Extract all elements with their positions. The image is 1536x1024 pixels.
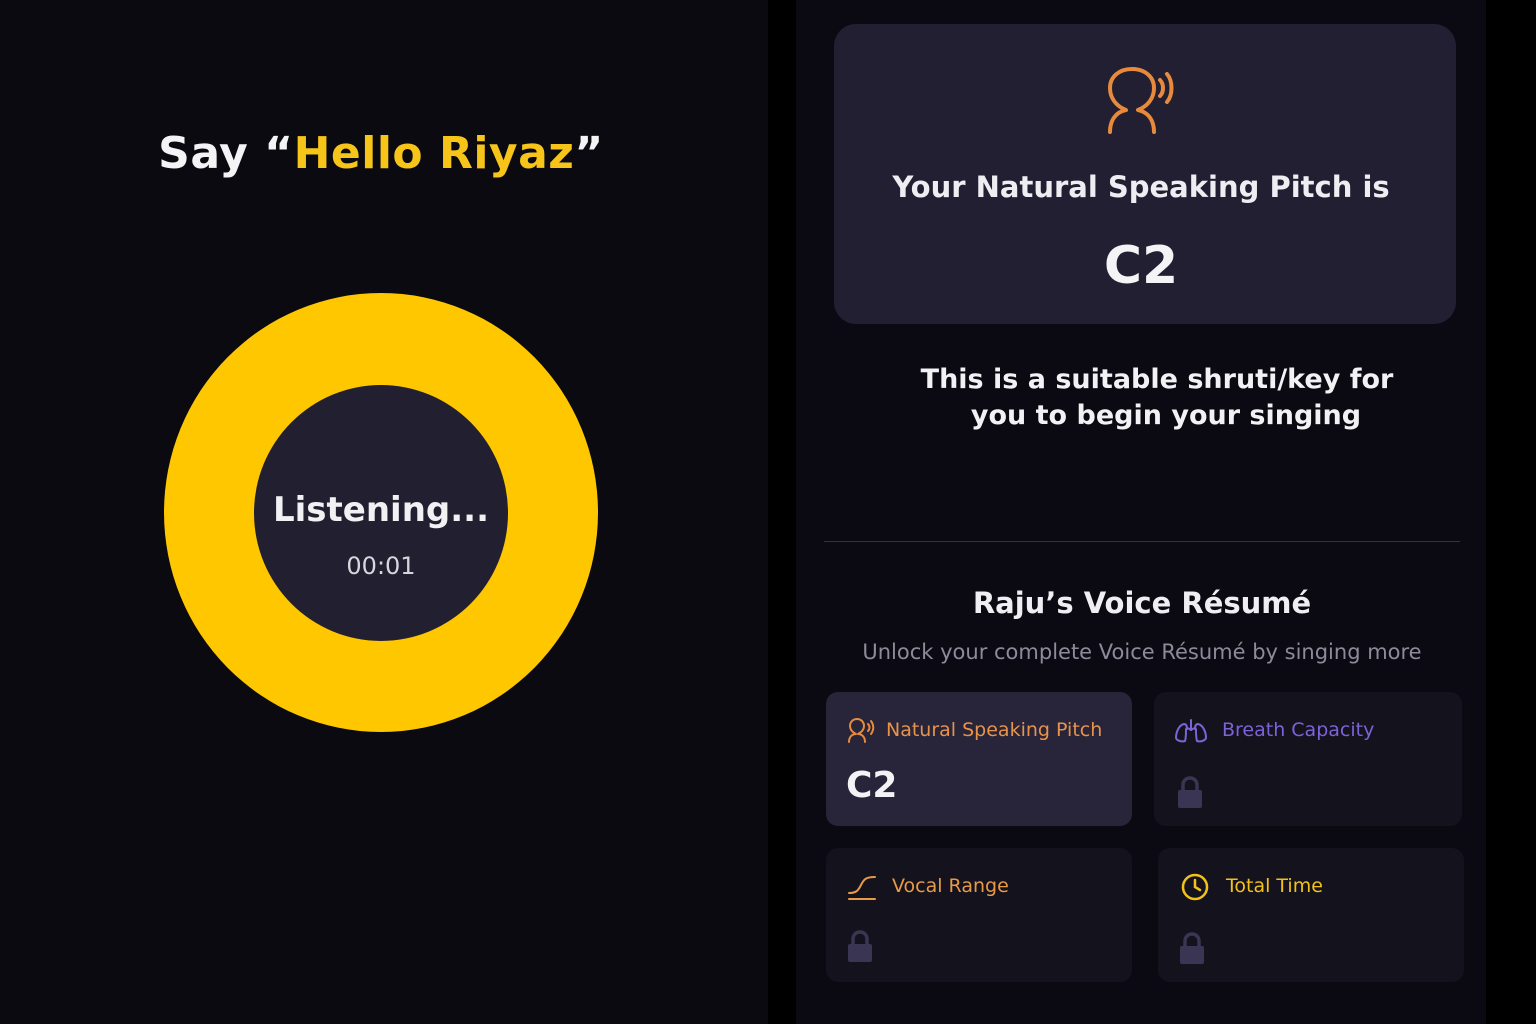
lungs-icon [1175,719,1207,743]
card-label-vocal-range: Vocal Range [892,875,1009,897]
lock-icon [1180,932,1204,964]
card-label-natural-speaking-pitch: Natural Speaking Pitch [886,719,1103,741]
suitable-line-2: you to begin your singing [970,400,1362,431]
listening-timer: 00:01 [346,552,416,580]
card-label-total-time: Total Time [1226,875,1323,897]
suitable-key-message: This is a suitable shruti/key for you to… [860,362,1454,434]
section-divider [824,541,1460,542]
say-prompt-title: Say “Hello Riyaz” [0,128,762,179]
speaking-head-icon [1108,67,1174,134]
pitch-value: C2 [1103,236,1179,296]
lock-icon [848,930,872,962]
listening-status: Listening... [272,490,490,530]
card-value-natural-speaking-pitch: C2 [846,765,898,806]
range-curve-icon [848,876,876,900]
speaking-head-icon [848,718,875,743]
lock-icon [1178,776,1202,808]
card-label-breath-capacity: Breath Capacity [1222,719,1375,741]
clock-icon [1181,873,1209,901]
panel-divider [768,0,796,1024]
say-prefix: Say “ [158,128,294,179]
say-phrase: Hello Riyaz [293,128,575,179]
pitch-heading: Your Natural Speaking Pitch is [892,170,1390,204]
voice-resume-title: Raju’s Voice Résumé [972,586,1312,620]
suitable-line-1: This is a suitable shruti/key for [920,364,1394,395]
app-screen: Say “Hello Riyaz” Listening... 00:01 You… [0,0,1536,1024]
screen-edge [1486,0,1536,1024]
voice-resume-subtitle: Unlock your complete Voice Résumé by sin… [862,640,1422,664]
say-suffix: ” [574,128,604,179]
